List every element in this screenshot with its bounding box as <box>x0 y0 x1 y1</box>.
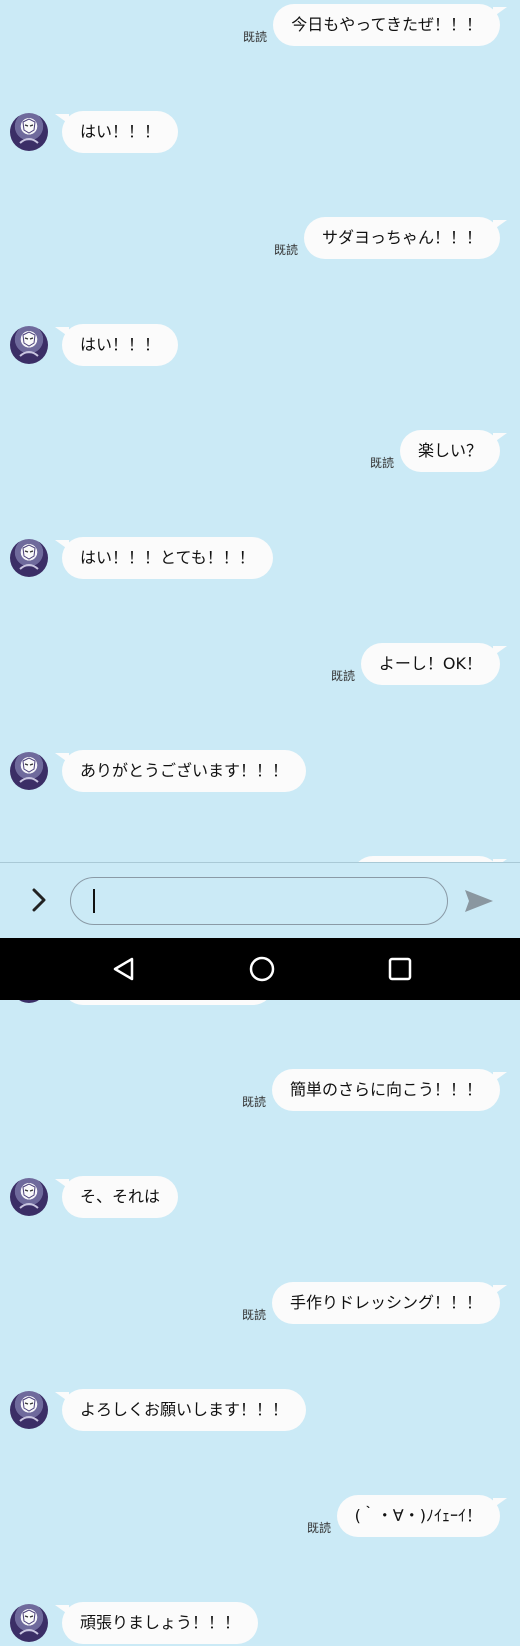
system-nav-bar <box>0 938 520 1000</box>
read-receipt: 既読 <box>242 30 267 44</box>
back-triangle-icon[interactable] <box>109 954 139 984</box>
sent-message: (｀・∀・)ﾉｲｪｰｲ！ 既読 <box>0 1495 520 1539</box>
message-bubble[interactable]: はい！！！ <box>54 111 179 153</box>
message-input[interactable] <box>70 877 448 925</box>
sent-message: 楽しい？ 既読 <box>0 430 520 474</box>
message-bubble[interactable]: 頑張りましょう！！！ <box>54 1602 259 1644</box>
message-bubble[interactable]: はい！！！ <box>54 324 179 366</box>
avatar[interactable] <box>10 539 48 577</box>
avatar[interactable] <box>10 1391 48 1429</box>
message-bubble[interactable]: (｀・∀・)ﾉｲｪｰｲ！ <box>336 1495 508 1537</box>
send-icon[interactable] <box>462 887 496 915</box>
message-bubble[interactable]: よーし！OK！ <box>360 643 508 685</box>
sent-message: サダヨっちゃん！！！ 既読 <box>0 217 520 261</box>
message-bubble[interactable]: そ、それは <box>54 1176 179 1218</box>
message-bubble[interactable]: サダヨっちゃん！！！ <box>303 217 508 259</box>
message-bubble[interactable]: 楽しい？ <box>399 430 508 472</box>
recents-square-icon[interactable] <box>385 954 415 984</box>
home-circle-icon[interactable] <box>247 954 277 984</box>
avatar[interactable] <box>10 1178 48 1216</box>
received-message: よろしくお願いします！！！ <box>0 1389 520 1433</box>
sent-message: 手作りドレッシング！！！ 既読 <box>0 1282 520 1326</box>
message-bubble[interactable]: よろしくお願いします！！！ <box>54 1389 307 1431</box>
sent-message: 今日もやってきたぜ！！！ 既読 <box>0 4 520 48</box>
received-message: そ、それは <box>0 1176 520 1220</box>
avatar[interactable] <box>10 113 48 151</box>
read-receipt: 既読 <box>330 669 355 683</box>
sent-message: 簡単のさらに向こう！！！ 既読 <box>0 1069 520 1113</box>
chevron-right-icon[interactable] <box>24 885 54 915</box>
read-receipt: 既読 <box>306 1521 331 1535</box>
sent-message: よーし！OK！ 既読 <box>0 643 520 687</box>
read-receipt: 既読 <box>369 456 394 470</box>
received-message: 頑張りましょう！！！ <box>0 1602 520 1646</box>
avatar[interactable] <box>10 326 48 364</box>
received-message: はい！！！とても！！！ <box>0 537 520 581</box>
read-receipt: 既読 <box>241 1308 266 1322</box>
read-receipt: 既読 <box>241 1095 266 1109</box>
received-message: はい！！！ <box>0 111 520 155</box>
message-bubble[interactable]: 今日もやってきたぜ！！！ <box>273 4 507 46</box>
message-composer <box>0 862 520 938</box>
message-bubble[interactable]: 簡単のさらに向こう！！！ <box>271 1069 508 1111</box>
message-bubble[interactable]: 手作りドレッシング！！！ <box>271 1282 508 1324</box>
avatar[interactable] <box>10 752 48 790</box>
read-receipt: 既読 <box>273 243 298 257</box>
message-bubble[interactable]: ありがとうございます！！！ <box>54 750 307 792</box>
message-bubble[interactable]: はい！！！とても！！！ <box>55 537 273 579</box>
received-message: はい！！！ <box>0 324 520 368</box>
received-message: ありがとうございます！！！ <box>0 750 520 794</box>
avatar[interactable] <box>10 1604 48 1642</box>
text-cursor <box>93 889 95 913</box>
chat-area[interactable]: 今日もやってきたぜ！！！ 既読 はい！！！ サダヨっちゃん！！！ 既読 はい！！！ 楽しい？… <box>0 0 520 1644</box>
